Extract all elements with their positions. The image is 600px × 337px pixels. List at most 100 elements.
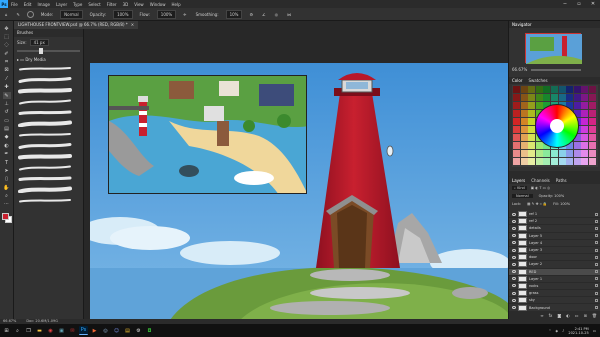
color-swatches[interactable] [1,213,12,224]
color-swatch[interactable] [573,158,581,166]
color-swatch[interactable] [535,158,543,166]
minimize-icon[interactable]: − [558,0,572,8]
color-swatch[interactable] [589,126,596,134]
tab-color[interactable]: Color [512,77,522,84]
layer-row[interactable]: Layer 2 [509,261,600,269]
zoom-tool-icon[interactable]: ⌕ [3,193,11,200]
brush-preset-item[interactable] [18,87,79,94]
chrome-icon[interactable]: ◉ [46,326,55,335]
color-swatch[interactable] [543,94,551,102]
task-view-icon[interactable]: ❐ [24,326,33,335]
color-swatch[interactable] [589,86,596,94]
color-swatch[interactable] [558,86,566,94]
windows-start-icon[interactable]: ⊞ [2,326,11,335]
color-swatch[interactable] [535,142,543,150]
layer-blend-mode[interactable]: Normal [512,194,533,198]
reference-image[interactable] [108,75,307,194]
hand-tool-icon[interactable]: ✋ [3,184,11,191]
color-swatch[interactable] [573,94,581,102]
mail-icon[interactable]: ✉ [68,326,77,335]
brush-tool-preset-icon[interactable]: ✎ [15,11,22,18]
network-icon[interactable]: ◈ [555,329,558,333]
brush-preset-item[interactable] [18,164,79,171]
menu-file[interactable]: File [8,2,21,7]
navigator-preview[interactable] [525,33,582,64]
rectangle-tool-icon[interactable]: ▯ [3,176,11,183]
file-explorer-icon[interactable]: ▬ [35,326,44,335]
opacity-input[interactable]: 100% [113,9,133,19]
tray-chevron-icon[interactable]: ⌃ [548,329,551,333]
color-swatch[interactable] [573,150,581,158]
symmetry-icon[interactable]: ⋈ [285,11,293,18]
color-swatch[interactable] [581,142,589,150]
mode-select[interactable]: Normal [60,9,83,19]
maximize-icon[interactable]: ▫ [572,0,586,8]
brush-preset-item[interactable] [18,65,79,72]
color-swatch[interactable] [589,110,596,118]
gear-icon[interactable]: ⚙ [247,11,255,18]
color-swatch[interactable] [520,94,528,102]
eraser-tool-icon[interactable]: ▭ [3,117,11,124]
gradient-tool-icon[interactable]: ▤ [3,126,11,133]
media-player-icon[interactable]: ▶ [90,326,99,335]
color-swatch[interactable] [535,94,543,102]
color-swatch[interactable] [513,134,520,142]
layer-row[interactable]: Layer 3 [509,247,600,255]
visibility-eye-icon[interactable] [512,226,516,230]
airbrush-icon[interactable]: ✈ [181,11,188,18]
color-swatch[interactable] [528,150,536,158]
color-swatch[interactable] [520,86,528,94]
color-swatch[interactable] [535,86,543,94]
color-swatch[interactable] [513,126,520,134]
color-swatch[interactable] [581,118,589,126]
brush-preset-picker-icon[interactable] [26,10,34,18]
menu-window[interactable]: Window [147,2,169,7]
color-swatch[interactable] [520,118,528,126]
menu-type[interactable]: Type [70,2,85,7]
color-swatch[interactable] [520,102,528,110]
layer-row[interactable]: details [509,225,600,233]
color-swatch[interactable] [528,94,536,102]
color-swatch[interactable] [581,158,589,166]
path-select-icon[interactable]: ➤ [3,167,11,174]
visibility-eye-icon[interactable] [512,306,516,310]
color-swatch[interactable] [589,118,596,126]
frame-tool-icon[interactable]: ⊠ [3,67,11,74]
color-swatch[interactable] [520,110,528,118]
new-layer-icon[interactable]: ⊞ [584,313,587,318]
visibility-eye-icon[interactable] [512,270,516,274]
notification-icon[interactable]: ▭ [593,329,596,333]
color-swatch[interactable] [513,118,520,126]
color-swatch[interactable] [589,142,596,150]
color-swatch[interactable] [581,150,589,158]
flow-input[interactable]: 100% [156,9,177,19]
brush-preset-item[interactable] [18,153,79,160]
brush-preset-item[interactable] [18,120,79,127]
angle-icon[interactable]: ∠ [260,11,268,18]
layer-row[interactable]: rocks [509,282,600,291]
color-swatch[interactable] [551,94,558,102]
brush-preset-item[interactable] [18,131,79,138]
color-swatch[interactable] [535,150,543,158]
crop-tool-icon[interactable]: ⌗ [3,59,11,66]
color-swatch[interactable] [528,86,536,94]
color-swatch[interactable] [581,110,589,118]
volume-icon[interactable]: ♪ [562,329,564,333]
store-icon[interactable]: ▣ [57,326,66,335]
menu-view[interactable]: View [131,2,147,7]
brush-size-slider[interactable] [17,48,80,54]
color-swatch[interactable] [513,102,520,110]
move-tool-icon[interactable]: ✥ [3,25,11,32]
brush-size-slider-knob[interactable] [39,48,44,54]
layer-row[interactable]: Layer 4 [509,239,600,247]
visibility-eye-icon[interactable] [512,262,516,266]
color-swatch[interactable] [520,158,528,166]
color-swatch[interactable] [566,86,574,94]
color-swatch[interactable] [551,158,558,166]
color-swatch[interactable] [513,158,520,166]
color-swatch[interactable] [581,94,589,102]
menu-filter[interactable]: Filter [104,2,120,7]
tab-layers[interactable]: Layers [512,177,525,184]
brush-folder[interactable]: ▸ ▭ Dry Media [14,56,83,63]
home-icon[interactable]: ⌂ [3,11,10,18]
